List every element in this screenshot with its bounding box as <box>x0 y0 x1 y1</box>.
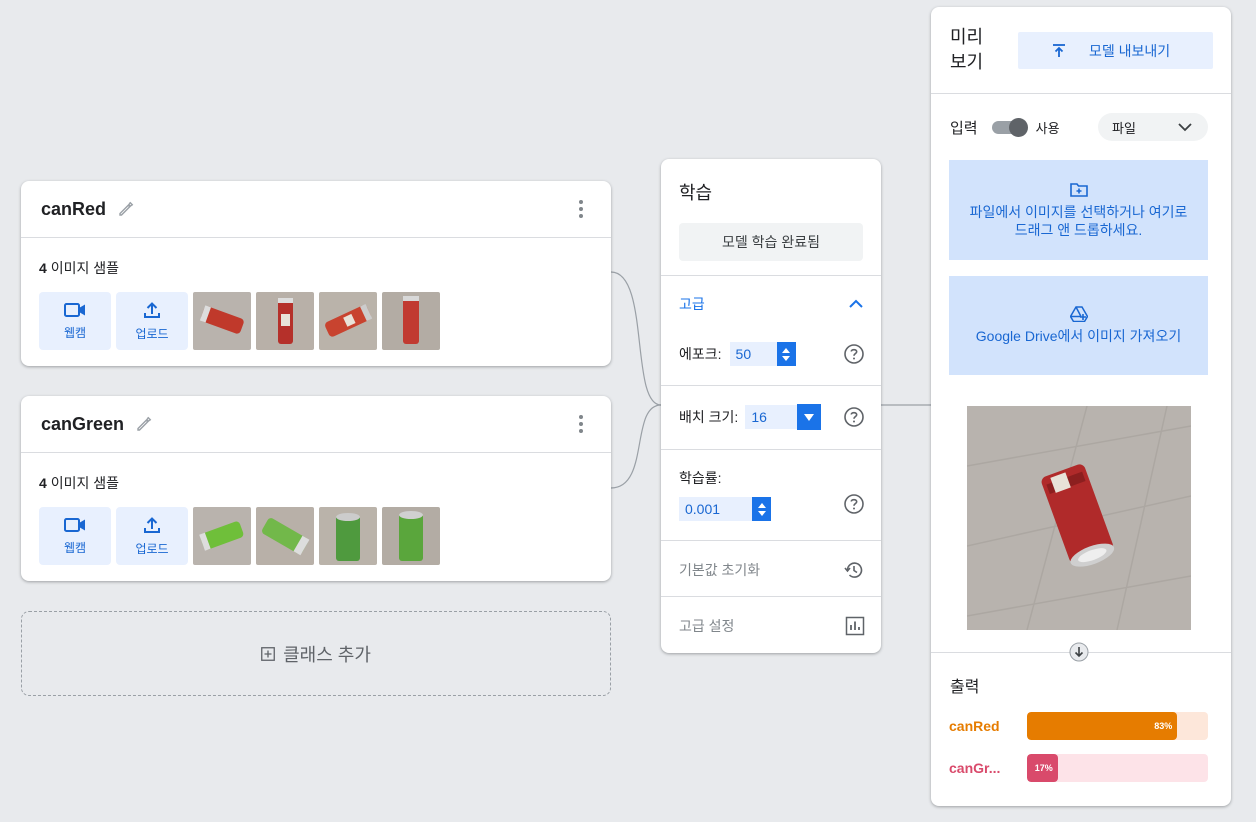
class-card-canGreen: canGreen 4 이미지 샘플 웹캠 업로드 <box>21 396 611 581</box>
video-camera-icon <box>64 302 85 317</box>
add-class-button[interactable]: 클래스 추가 <box>21 611 611 696</box>
class-name[interactable]: canGreen <box>41 414 124 435</box>
samples-count: 4 이미지 샘플 <box>39 260 119 276</box>
input-source-select[interactable]: 파일 <box>1098 113 1208 141</box>
file-drop-zone[interactable]: 파일에서 이미지를 선택하거나 여기로 드래그 앤 드롭하세요. <box>949 160 1208 260</box>
upload-label: 업로드 <box>135 541 169 556</box>
confidence-bar: 83% <box>1027 712 1208 740</box>
webcam-label: 웹캠 <box>63 325 87 340</box>
batch-size-dropdown[interactable] <box>797 404 822 430</box>
class-header: canGreen <box>21 396 611 453</box>
add-class-label: 클래스 추가 <box>283 644 371 665</box>
preview-title: 미리 보기 <box>950 27 984 72</box>
upload-icon <box>144 301 160 318</box>
upload-icon <box>144 516 160 533</box>
input-label: 입력 <box>950 119 978 137</box>
epochs-spinner[interactable] <box>776 342 796 366</box>
advanced-label: 고급 <box>679 296 705 312</box>
file-drop-text: 파일에서 이미지를 선택하거나 여기로 드래그 앤 드롭하세요. <box>969 203 1188 238</box>
video-camera-icon <box>64 517 85 532</box>
output-label: 출력 <box>950 679 980 696</box>
export-model-button[interactable]: 모델 내보내기 <box>1018 32 1213 69</box>
sample-thumbnail[interactable] <box>382 292 440 350</box>
bar-chart-icon <box>845 616 865 636</box>
toggle-label: 사용 <box>1035 120 1060 136</box>
help-icon[interactable] <box>843 493 865 515</box>
chevron-down-icon <box>1178 123 1192 132</box>
class-name[interactable]: canRed <box>41 199 106 220</box>
upload-button[interactable]: 업로드 <box>116 507 188 565</box>
advanced-settings-label: 고급 설정 <box>679 618 735 634</box>
more-options-icon[interactable] <box>571 199 591 219</box>
learning-rate-input[interactable]: 0.001 <box>679 497 771 521</box>
confidence-fill: 83% <box>1027 712 1178 740</box>
help-icon[interactable] <box>843 406 865 428</box>
advanced-toggle[interactable]: 고급 <box>679 293 865 315</box>
help-icon[interactable] <box>843 343 865 365</box>
input-toggle[interactable] <box>991 117 1028 137</box>
result-row: canRed 83% <box>949 712 1208 740</box>
google-drive-text: Google Drive에서 이미지 가져오기 <box>975 328 1182 344</box>
samples-count: 4 이미지 샘플 <box>39 475 119 491</box>
webcam-button[interactable]: 웹캠 <box>39 507 111 565</box>
pencil-icon[interactable] <box>116 199 136 219</box>
preview-card: 미리 보기 모델 내보내기 입력 사용 파일 파일에서 이미지를 선택하거나 여… <box>931 7 1231 806</box>
result-label: canRed <box>949 718 1000 734</box>
training-title: 학습 <box>679 183 713 203</box>
sample-thumbnail[interactable] <box>256 292 314 350</box>
chevron-up-icon <box>849 299 863 308</box>
history-icon <box>844 562 863 578</box>
more-options-icon[interactable] <box>571 414 591 434</box>
export-label: 모델 내보내기 <box>1089 42 1171 59</box>
sample-thumbnail[interactable] <box>319 507 377 565</box>
sample-thumbnail[interactable] <box>382 507 440 565</box>
batch-size-select[interactable]: 16 <box>745 404 822 430</box>
learning-rate-label: 학습률: <box>679 470 722 486</box>
reset-defaults-label: 기본값 초기화 <box>679 562 761 578</box>
advanced-settings-button[interactable]: 고급 설정 <box>679 615 865 637</box>
sample-thumbnail[interactable] <box>193 292 251 350</box>
class-header: canRed <box>21 181 611 238</box>
result-row: canGr... 17% <box>949 754 1208 782</box>
export-upload-icon <box>1053 43 1065 57</box>
learning-rate-spinner[interactable] <box>752 497 771 521</box>
training-card: 학습 모델 학습 완료됨 고급 에포크: 50 배치 크기: 16 학습률: 0… <box>661 159 881 653</box>
plus-box-icon <box>261 646 275 661</box>
webcam-label: 웹캠 <box>63 540 87 555</box>
sample-thumbnail[interactable] <box>193 507 251 565</box>
reset-defaults-button[interactable]: 기본값 초기화 <box>679 559 865 581</box>
pencil-icon[interactable] <box>134 414 154 434</box>
sample-thumbnail[interactable] <box>319 292 377 350</box>
sample-thumbnail[interactable] <box>256 507 314 565</box>
train-model-button[interactable]: 모델 학습 완료됨 <box>679 223 863 261</box>
upload-label: 업로드 <box>135 326 169 341</box>
batch-size-label: 배치 크기: <box>679 409 739 425</box>
google-drive-icon <box>1069 306 1088 322</box>
upload-button[interactable]: 업로드 <box>116 292 188 350</box>
google-drive-button[interactable]: Google Drive에서 이미지 가져오기 <box>949 276 1208 375</box>
epochs-label: 에포크: <box>679 346 722 362</box>
epochs-input[interactable]: 50 <box>729 342 796 366</box>
preview-image <box>967 406 1191 630</box>
confidence-bar: 17% <box>1027 754 1208 782</box>
arrow-down-icon <box>1069 642 1089 662</box>
folder-add-icon <box>1069 182 1088 197</box>
class-card-canRed: canRed 4 이미지 샘플 웹캠 업로드 <box>21 181 611 366</box>
webcam-button[interactable]: 웹캠 <box>39 292 111 350</box>
confidence-fill: 17% <box>1027 754 1058 782</box>
result-label: canGr... <box>949 760 1001 776</box>
